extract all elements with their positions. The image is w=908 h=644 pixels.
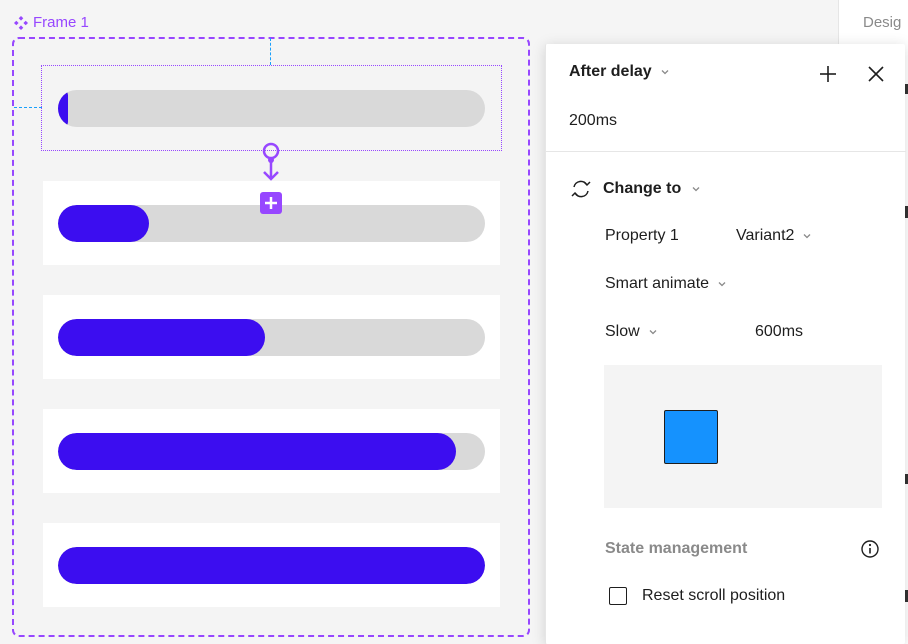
easing-value: Slow — [605, 323, 640, 340]
progress-track — [58, 433, 485, 470]
chevron-down-icon — [718, 282, 726, 287]
chevron-down-icon — [803, 234, 811, 239]
easing-dropdown[interactable]: Slow — [605, 323, 658, 341]
close-icon[interactable] — [864, 62, 888, 86]
progress-fill — [58, 319, 265, 356]
animation-value: Smart animate — [605, 275, 710, 292]
property-value: Variant2 — [736, 227, 795, 244]
info-icon[interactable] — [860, 539, 880, 559]
action-dropdown[interactable]: Change to — [569, 177, 701, 201]
component-icon — [14, 15, 28, 30]
delay-input[interactable]: 200ms — [569, 112, 617, 130]
animation-dropdown[interactable]: Smart animate — [605, 275, 727, 293]
divider — [546, 151, 906, 152]
variant-card-selected[interactable] — [41, 65, 502, 151]
action-label: Change to — [603, 180, 682, 197]
variant-card[interactable] — [43, 409, 500, 493]
variant-card[interactable] — [43, 295, 500, 379]
progress-track — [58, 90, 485, 127]
tab-design[interactable]: Desig — [863, 14, 901, 31]
frame-name: Frame 1 — [33, 14, 89, 31]
connector-add-icon[interactable] — [259, 141, 283, 221]
preview-box — [664, 410, 718, 464]
plus-icon[interactable] — [816, 62, 840, 86]
progress-fill — [58, 205, 149, 242]
reset-scroll-checkbox[interactable] — [609, 587, 627, 605]
spacing-guide-vertical — [270, 38, 271, 65]
reset-scroll-row[interactable]: Reset scroll position — [609, 587, 785, 605]
interaction-popover: After delay 200ms Change to Property 1 V… — [545, 44, 906, 644]
progress-track — [58, 319, 485, 356]
chevron-down-icon — [649, 330, 657, 335]
progress-fill — [58, 433, 456, 470]
progress-track — [58, 547, 485, 584]
reset-scroll-label: Reset scroll position — [642, 587, 786, 604]
chevron-down-icon — [692, 187, 700, 192]
frame-label[interactable]: Frame 1 — [13, 14, 89, 31]
spacing-guide-horizontal — [14, 107, 42, 108]
progress-fill — [58, 547, 485, 584]
variant-card[interactable] — [43, 523, 500, 607]
trigger-label: After delay — [569, 63, 652, 80]
swap-icon — [571, 180, 591, 198]
state-management-label: State management — [605, 540, 748, 557]
property-value-dropdown[interactable]: Variant2 — [736, 227, 812, 245]
chevron-down-icon — [661, 70, 669, 75]
duration-input[interactable]: 600ms — [755, 323, 803, 341]
progress-fill — [58, 90, 68, 127]
property-name-label: Property 1 — [605, 227, 679, 244]
animation-preview — [604, 365, 882, 508]
trigger-dropdown[interactable]: After delay — [569, 63, 670, 81]
